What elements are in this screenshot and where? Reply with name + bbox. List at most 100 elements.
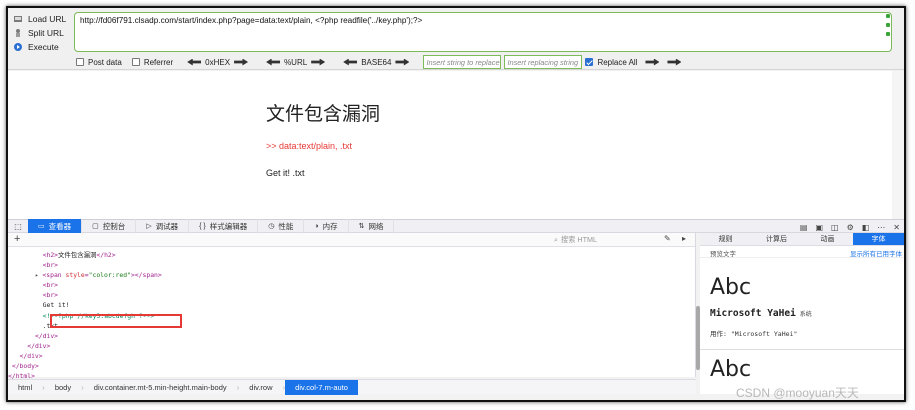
tab-style-editor[interactable]: { } 样式编辑器 <box>189 219 259 233</box>
breadcrumb-item-active[interactable]: div.col-7.m-auto <box>285 379 358 395</box>
sidebar-tabs: 规则 计算后 动画 字体 <box>700 233 904 246</box>
browser-window: Load URL Split URL Execute http://fd06f7… <box>6 6 906 402</box>
tree-line[interactable]: <br> <box>8 260 692 270</box>
highlight-annotation <box>50 314 182 328</box>
tree-line[interactable]: <h2>文件包含漏洞</h2> <box>8 250 692 260</box>
inspector-panel: + ⌕ 搜索 HTML ✎ ▸ <h2>文件包含漏洞</h2> <br> ▸ <… <box>8 233 696 380</box>
memory-icon: ◑ <box>314 222 319 230</box>
referrer-checkbox[interactable] <box>131 58 140 66</box>
font-preview: Abc <box>710 357 752 382</box>
tree-line[interactable]: Get it! <box>8 300 692 310</box>
url-input[interactable]: http://fd06f791.clsadp.com/start/index.p… <box>74 12 892 52</box>
tab-fonts[interactable]: 字体 <box>853 233 904 245</box>
tab-computed[interactable]: 计算后 <box>751 233 802 245</box>
arrow-right-icon[interactable] <box>645 58 660 66</box>
breadcrumb-item[interactable]: html <box>8 380 42 395</box>
devtools-toolbar: ⬚ ▭ 查看器 ▢ 控制台 ▷ 调试器 { } 样式编辑器 ◷ 性能 ◑ 内存 … <box>8 219 904 233</box>
options-icon[interactable]: ⋯ <box>877 223 885 232</box>
hackbar-options: Post data Referrer 0xHEX %URL BASE64 Ins… <box>76 55 685 69</box>
replace-all-checkbox[interactable] <box>585 58 594 66</box>
tab-animations[interactable]: 动画 <box>802 233 853 245</box>
search-html-input[interactable]: ⌕ 搜索 HTML <box>554 235 654 245</box>
url-encode-control: %URL <box>262 58 329 67</box>
pick-element-icon[interactable]: ⬚ <box>8 219 28 233</box>
arrow-left-icon[interactable] <box>266 58 281 66</box>
page-hint: >> data:text/plain, .txt <box>266 141 353 151</box>
page-viewport: 文件包含漏洞 >> data:text/plain, .txt Get it! … <box>8 71 892 219</box>
performance-icon: ◷ <box>268 223 275 230</box>
tree-line[interactable]: </body> <box>8 361 692 371</box>
tree-line[interactable]: ▸ <span style="color:red"></span> <box>8 270 692 280</box>
screenshot-icon[interactable]: ◫ <box>831 223 839 232</box>
hackbar: Load URL Split URL Execute http://fd06f7… <box>8 8 904 70</box>
split-icon <box>12 28 23 39</box>
post-data-toggle[interactable]: Post data <box>76 58 122 67</box>
expand-arrow-icon: ▸ <box>34 272 39 280</box>
arrow-left-icon[interactable] <box>343 58 358 66</box>
tab-performance[interactable]: ◷ 性能 <box>258 219 305 233</box>
url-scrollbar[interactable] <box>886 14 890 44</box>
frame-icon[interactable]: ▣ <box>815 223 823 232</box>
add-node-icon[interactable]: + <box>14 233 20 246</box>
page-scrollbar[interactable] <box>892 71 904 219</box>
page-title: 文件包含漏洞 <box>266 103 381 125</box>
tree-line[interactable]: <br> <box>8 280 692 290</box>
font-name: Microsoft YaHei 系统 <box>710 308 812 319</box>
tab-network[interactable]: ⇅ 网络 <box>349 219 395 233</box>
execute-icon <box>12 42 23 53</box>
load-icon <box>12 14 23 25</box>
execute-button[interactable]: Execute <box>12 40 74 54</box>
tree-line[interactable]: </div> <box>8 341 692 351</box>
tree-line[interactable]: </div> <box>8 331 692 341</box>
base64-control: BASE64 <box>339 58 413 67</box>
breadcrumb-item[interactable]: div.row <box>239 380 282 395</box>
rules-sidebar: 规则 计算后 动画 字体 预览文字 显示所有已用字体 Abc Microsoft… <box>700 233 904 394</box>
responsive-icon[interactable]: ▤ <box>800 223 808 232</box>
tab-inspector[interactable]: ▭ 查看器 <box>28 219 83 233</box>
tree-line[interactable]: <br> <box>8 290 692 300</box>
debugger-icon: ▷ <box>146 223 152 230</box>
inspector-bar: + ⌕ 搜索 HTML ✎ ▸ <box>8 233 695 247</box>
arrow-left-icon[interactable] <box>187 58 202 66</box>
show-all-fonts-link[interactable]: 显示所有已用字体 <box>850 248 902 258</box>
hackbar-actions: Load URL Split URL Execute <box>12 12 74 54</box>
replace-string-input[interactable]: Insert string to replace <box>423 55 502 69</box>
breadcrumb-item[interactable]: div.container.mt-5.min-height.main-body <box>84 380 237 395</box>
close-icon[interactable]: ✕ <box>893 223 900 232</box>
sidebar-toggle-icon[interactable]: ▸ <box>682 234 686 243</box>
hex-encode-control: 0xHEX <box>183 58 252 67</box>
referrer-toggle[interactable]: Referrer <box>131 58 173 67</box>
tab-rules[interactable]: 规则 <box>700 233 751 245</box>
divider <box>700 349 904 350</box>
arrow-right-icon[interactable] <box>311 58 326 66</box>
breadcrumb-item[interactable]: body <box>45 380 81 395</box>
settings-icon[interactable]: ⚙ <box>847 223 854 232</box>
arrow-right-icon[interactable] <box>395 58 410 66</box>
fonts-header: 预览文字 显示所有已用字体 <box>700 246 904 258</box>
split-url-button[interactable]: Split URL <box>12 26 74 40</box>
style-icon: { } <box>199 222 206 230</box>
breadcrumb: html › body › div.container.mt-5.min-hei… <box>8 379 696 395</box>
arrow-right-icon[interactable] <box>667 58 682 66</box>
watermark: CSDN @mooyuan天天 <box>736 386 859 400</box>
inspector-icon: ▭ <box>38 223 45 230</box>
load-url-button[interactable]: Load URL <box>12 12 74 26</box>
font-usage: 用作: "Microsoft YaHei" <box>710 330 798 338</box>
devtools-controls: ▤ ▣ ◫ ⚙ ◧ ⋯ ✕ <box>792 220 900 234</box>
tree-line[interactable]: </div> <box>8 351 692 361</box>
dock-icon[interactable]: ◧ <box>862 223 870 232</box>
replace-all-toggle[interactable]: Replace All <box>585 58 637 67</box>
eyedropper-icon[interactable]: ✎ <box>664 234 671 243</box>
tab-debugger[interactable]: ▷ 调试器 <box>136 219 190 233</box>
font-preview: Abc <box>710 275 752 300</box>
replacing-string-input[interactable]: Insert replacing string <box>504 55 583 69</box>
search-icon: ⌕ <box>554 235 559 244</box>
preview-text-label[interactable]: 预览文字 <box>710 248 736 258</box>
network-icon: ⇅ <box>358 223 365 230</box>
console-icon: ▢ <box>92 223 99 230</box>
tab-memory[interactable]: ◑ 内存 <box>304 219 349 233</box>
tab-console[interactable]: ▢ 控制台 <box>82 219 137 233</box>
post-data-checkbox[interactable] <box>76 58 84 66</box>
page-output: Get it! .txt <box>266 168 305 178</box>
arrow-right-icon[interactable] <box>234 58 249 66</box>
